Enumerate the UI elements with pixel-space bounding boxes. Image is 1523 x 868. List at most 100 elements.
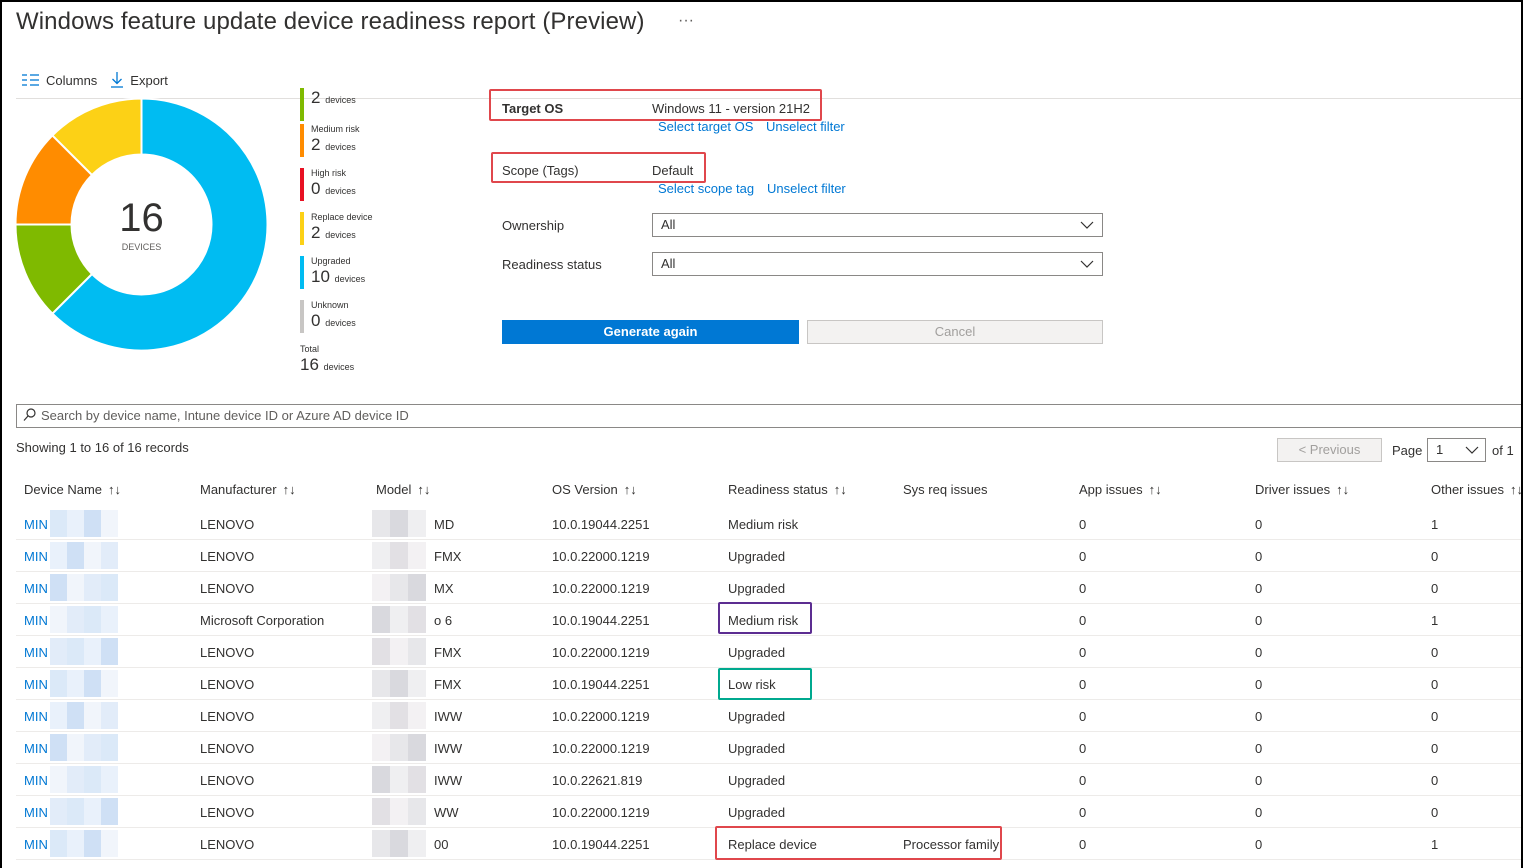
column-header-app-issues[interactable]: App issues ↑↓ xyxy=(1079,482,1162,497)
columns-label: Columns xyxy=(46,72,98,88)
export-label: Export xyxy=(130,72,168,88)
search-placeholder: Search by device name, Intune device ID … xyxy=(41,408,409,423)
legend-item-unknown[interactable]: Unknown 0 devices xyxy=(300,300,356,333)
table-row[interactable]: MIN LENOVO WW 10.0.22000.1219 Upgraded 0 0 0 xyxy=(16,796,1521,828)
legend-item-replace-device[interactable]: Replace device 2 devices xyxy=(300,212,373,245)
column-header-os-version[interactable]: OS Version ↑↓ xyxy=(552,482,637,497)
unselect-os-filter-link[interactable]: Unselect filter xyxy=(766,119,845,134)
cell-name[interactable]: MIN xyxy=(24,741,48,756)
unselect-scope-filter-link[interactable]: Unselect filter xyxy=(767,181,846,196)
table-row[interactable]: MIN LENOVO FMX 10.0.22000.1219 Upgraded 0 0 0 xyxy=(16,636,1521,668)
cell-driver: 0 xyxy=(1255,805,1263,820)
legend-value: 10 devices xyxy=(311,267,366,286)
redacted-block xyxy=(408,638,426,665)
cell-model: MD xyxy=(434,517,455,532)
cell-os: 10.0.22000.1219 xyxy=(552,741,650,756)
cell-os: 10.0.22621.819 xyxy=(552,773,643,788)
redacted-block xyxy=(372,734,390,761)
redacted-block xyxy=(50,798,67,825)
cell-name[interactable]: MIN xyxy=(24,645,48,660)
columns-button[interactable]: Columns xyxy=(22,73,97,88)
cell-app: 0 xyxy=(1079,517,1087,532)
redacted-block xyxy=(372,830,390,857)
page-select[interactable]: 1 xyxy=(1427,438,1486,462)
cell-other: 1 xyxy=(1431,837,1439,852)
column-header-sys-req-issues[interactable]: Sys req issues xyxy=(903,482,988,497)
legend-item-upgraded[interactable]: Upgraded 10 devices xyxy=(300,256,365,289)
table-row[interactable]: MIN LENOVO IWW 10.0.22000.1219 Upgraded 0 0 0 xyxy=(16,700,1521,732)
select-target-os-link[interactable]: Select target OS xyxy=(658,119,753,134)
redacted-block xyxy=(408,542,426,569)
readiness-dropdown[interactable]: All xyxy=(652,252,1103,276)
redacted-block xyxy=(372,606,390,633)
cell-name[interactable]: MIN xyxy=(24,549,48,564)
table-row[interactable]: MIN LENOVO IWW 10.0.22000.1219 Upgraded 0 0 0 xyxy=(16,732,1521,764)
table-row[interactable]: MIN LENOVO MX 10.0.22000.1219 Upgraded 0 0 0 xyxy=(16,572,1521,604)
low-risk-highlight xyxy=(718,668,812,700)
cancel-button[interactable]: Cancel xyxy=(807,320,1103,344)
table-row[interactable]: MIN LENOVO FMX 10.0.22000.1219 Upgraded 0 0 0 xyxy=(16,540,1521,572)
cell-manufacturer: LENOVO xyxy=(200,805,255,820)
redacted-block xyxy=(101,702,118,729)
select-scope-tag-link[interactable]: Select scope tag xyxy=(658,181,754,196)
cell-model: o 6 xyxy=(434,613,453,628)
redacted-block xyxy=(84,702,101,729)
search-input[interactable]: Search by device name, Intune device ID … xyxy=(16,404,1521,428)
column-header-model[interactable]: Model ↑↓ xyxy=(376,482,430,497)
cell-os: 10.0.22000.1219 xyxy=(552,645,650,660)
cell-manufacturer: LENOVO xyxy=(200,645,255,660)
column-header-device-name[interactable]: Device Name ↑↓ xyxy=(24,482,121,497)
cell-name[interactable]: MIN xyxy=(24,709,48,724)
redacted-block xyxy=(408,510,426,537)
legend-item-medium-risk[interactable]: Medium risk 2 devices xyxy=(300,124,360,157)
cell-model: IWW xyxy=(434,773,463,788)
column-header-manufacturer[interactable]: Manufacturer ↑↓ xyxy=(200,482,296,497)
previous-page-button[interactable]: < Previous xyxy=(1277,438,1382,462)
cell-status: Upgraded xyxy=(728,549,786,564)
records-count: Showing 1 to 16 of 16 records xyxy=(16,440,189,455)
column-header-readiness-status[interactable]: Readiness status ↑↓ xyxy=(728,482,847,497)
cell-manufacturer: LENOVO xyxy=(200,549,255,564)
cell-name[interactable]: MIN xyxy=(24,805,48,820)
column-header-other-issues[interactable]: Other issues ↑↓ xyxy=(1431,482,1521,497)
scope-label: Scope (Tags) xyxy=(502,163,579,178)
more-options-icon[interactable]: ··· xyxy=(678,12,694,30)
export-button[interactable]: Export xyxy=(111,72,168,88)
legend-item-low-risk[interactable]: 2 devices xyxy=(300,88,356,121)
readiness-donut-chart: 16 DEVICES xyxy=(14,97,269,352)
cell-other: 0 xyxy=(1431,741,1439,756)
generate-again-button[interactable]: Generate again xyxy=(502,320,799,344)
table-row[interactable]: MIN LENOVO IWW 10.0.22621.819 Upgraded 0 0 0 xyxy=(16,764,1521,796)
legend-item-high-risk[interactable]: High risk 0 devices xyxy=(300,168,356,201)
sort-icon: ↑↓ xyxy=(417,482,431,497)
cell-name[interactable]: MIN xyxy=(24,517,48,532)
cell-status: Upgraded xyxy=(728,773,786,788)
redacted-block xyxy=(408,734,426,761)
cell-name[interactable]: MIN xyxy=(24,773,48,788)
redacted-block xyxy=(408,670,426,697)
cell-other: 0 xyxy=(1431,581,1439,596)
redacted-block xyxy=(101,830,118,857)
redacted-block xyxy=(390,574,408,601)
redacted-block xyxy=(101,606,118,633)
cell-name[interactable]: MIN xyxy=(24,677,48,692)
cell-name[interactable]: MIN xyxy=(24,837,48,852)
table-row[interactable]: MIN LENOVO MD 10.0.19044.2251 Medium risk 0 0 1 xyxy=(16,508,1521,540)
legend-value: 2 devices xyxy=(311,135,356,154)
download-icon xyxy=(111,72,124,88)
redacted-block xyxy=(408,766,426,793)
cell-name[interactable]: MIN xyxy=(24,581,48,596)
column-header-driver-issues[interactable]: Driver issues ↑↓ xyxy=(1255,482,1349,497)
cell-name[interactable]: MIN xyxy=(24,613,48,628)
ownership-dropdown[interactable]: All xyxy=(652,213,1103,237)
cell-driver: 0 xyxy=(1255,741,1263,756)
redacted-block xyxy=(50,510,67,537)
cell-driver: 0 xyxy=(1255,677,1263,692)
redacted-block xyxy=(101,766,118,793)
redacted-block xyxy=(67,702,84,729)
redacted-block xyxy=(101,734,118,761)
redacted-block xyxy=(390,766,408,793)
cell-manufacturer: LENOVO xyxy=(200,709,255,724)
cell-os: 10.0.22000.1219 xyxy=(552,549,650,564)
legend-value: 2 devices xyxy=(311,88,356,107)
